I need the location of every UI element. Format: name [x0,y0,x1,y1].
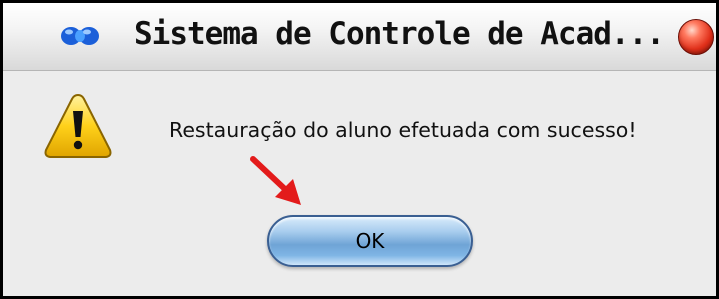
title-bar[interactable]: Sistema de Controle de Acad... [3,3,716,71]
dialog-message: Restauração do aluno efetuada com sucess… [169,118,637,142]
window-title: Sistema de Controle de Acad... [134,16,665,52]
ok-button[interactable]: OK [267,215,473,267]
red-arrow-icon [250,156,301,205]
close-icon[interactable] [678,19,714,55]
dialog-window: Sistema de Controle de Acad... Restauraç… [0,0,719,299]
app-logo-icon [61,27,99,45]
warning-icon [44,93,112,158]
